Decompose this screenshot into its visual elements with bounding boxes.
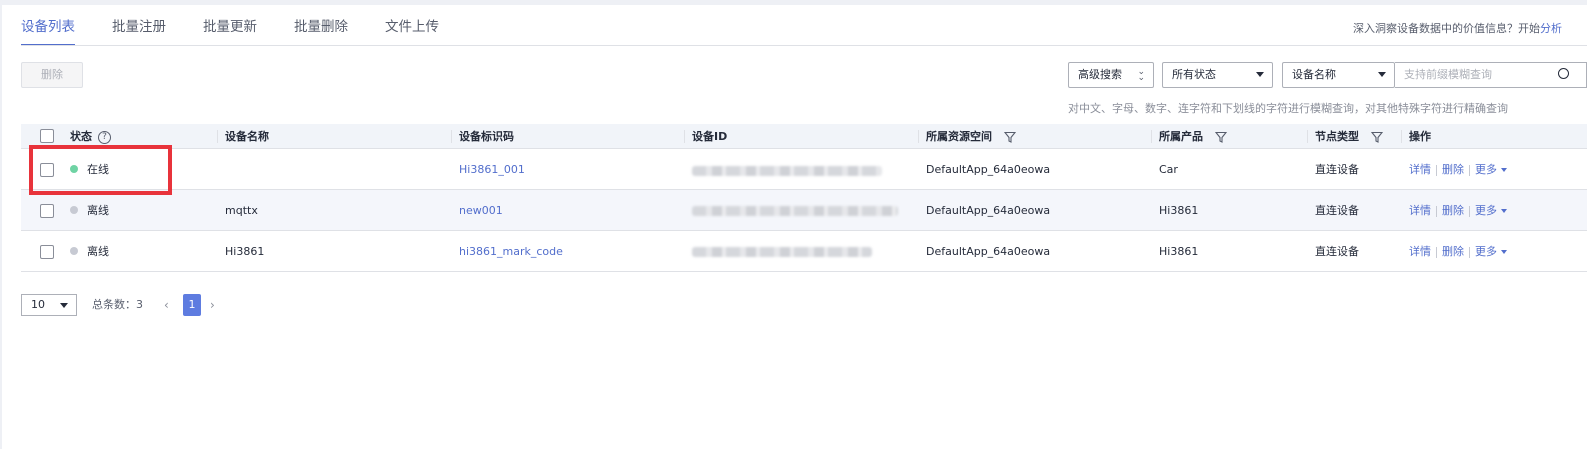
header-node-type: 节点类型: [1307, 124, 1383, 149]
total-count: 总条数：3: [92, 298, 143, 311]
tabs-divider: [21, 45, 1587, 46]
device-name: mqttx: [225, 204, 258, 217]
search-field-value: 设备名称: [1292, 68, 1336, 81]
caret-down-icon: [1256, 72, 1264, 77]
advanced-search-label: 高级搜索: [1078, 68, 1122, 81]
resource-space: DefaultApp_64a0eowa: [926, 204, 1051, 217]
device-table: 状态? 设备名称 设备标识码 设备ID 所属资源空间 所属产品 节点类型 操作 …: [21, 124, 1587, 272]
detail-link[interactable]: 详情: [1409, 204, 1431, 217]
caret-down-icon: [1378, 72, 1386, 77]
table-header: 状态? 设备名称 设备标识码 设备ID 所属资源空间 所属产品 节点类型 操作: [21, 124, 1587, 149]
offline-status-dot-icon: [70, 247, 78, 255]
header-actions-label: 操作: [1409, 130, 1431, 143]
page-size-value: 10: [31, 298, 45, 311]
header-identifier-label: 设备标识码: [459, 130, 514, 143]
status-cell: 离线: [70, 190, 109, 231]
header-product: 所属产品: [1151, 124, 1227, 149]
search-icon[interactable]: [1558, 68, 1569, 79]
filter-icon[interactable]: [1214, 131, 1227, 143]
top-strip: [0, 0, 1587, 5]
header-name: 设备名称: [217, 124, 269, 149]
help-icon[interactable]: ?: [98, 130, 111, 144]
status-text: 离线: [87, 204, 109, 217]
table-row: 离线 mqttx new001 DefaultApp_64a0eowa Hi38…: [21, 190, 1587, 231]
caret-down-icon: [1501, 168, 1507, 172]
delete-link[interactable]: 删除: [1442, 245, 1464, 258]
double-chevron-down-icon: ⌄ ⌄: [1137, 67, 1145, 83]
header-space-label: 所属资源空间: [926, 130, 992, 143]
device-name: Hi3861: [225, 245, 265, 258]
caret-down-icon: [1501, 209, 1507, 213]
header-identifier: 设备标识码: [451, 124, 514, 149]
status-filter-select[interactable]: 所有状态: [1162, 62, 1273, 88]
row-actions: 详情 删除 更多: [1409, 149, 1507, 190]
device-identifier-link[interactable]: Hi3861_001: [459, 149, 525, 190]
insight-banner: 深入洞察设备数据中的价值信息？开始分析: [1353, 20, 1562, 36]
advanced-search-button[interactable]: 高级搜索 ⌄ ⌄: [1068, 62, 1154, 88]
header-device-id-label: 设备ID: [692, 130, 728, 143]
filter-icon[interactable]: [1003, 131, 1016, 143]
header-status-label: 状态: [70, 130, 92, 143]
redacted-device-id: [692, 166, 882, 176]
more-dropdown[interactable]: 更多: [1475, 204, 1497, 217]
row-actions: 详情 删除 更多: [1409, 231, 1507, 272]
status-cell: 离线: [70, 231, 109, 272]
search-hint: 对中文、字母、数字、连字符和下划线的字符进行模糊查询，对其他特殊字符进行精确查询: [1068, 102, 1508, 115]
more-dropdown[interactable]: 更多: [1475, 245, 1497, 258]
insight-analysis-link[interactable]: 分析: [1540, 22, 1562, 35]
tab-batch-register[interactable]: 批量注册: [112, 10, 166, 46]
header-name-label: 设备名称: [225, 130, 269, 143]
redacted-device-id: [692, 206, 898, 216]
header-device-id: 设备ID: [684, 124, 728, 149]
offline-status-dot-icon: [70, 206, 78, 214]
select-all-checkbox[interactable]: [40, 129, 54, 143]
device-identifier-link[interactable]: hi3861_mark_code: [459, 231, 563, 272]
chevron-left-icon[interactable]: ‹: [164, 294, 169, 316]
header-product-label: 所属产品: [1159, 130, 1203, 143]
redacted-device-id: [692, 247, 872, 257]
caret-down-icon: [1501, 250, 1507, 254]
delete-link[interactable]: 删除: [1442, 204, 1464, 217]
detail-link[interactable]: 详情: [1409, 245, 1431, 258]
header-space: 所属资源空间: [918, 124, 1016, 149]
status-text: 离线: [87, 245, 109, 258]
product: Hi3861: [1159, 204, 1199, 217]
tab-bar: 设备列表 批量注册 批量更新 批量删除 文件上传: [21, 10, 476, 46]
table-row: 在线 Hi3861_001 DefaultApp_64a0eowa Car 直连…: [21, 149, 1587, 190]
header-node-type-label: 节点类型: [1315, 130, 1359, 143]
product: Car: [1159, 163, 1178, 176]
page-button-current[interactable]: 1: [183, 294, 201, 316]
left-border: [0, 0, 2, 449]
table-row: 离线 Hi3861 hi3861_mark_code DefaultApp_64…: [21, 231, 1587, 272]
resource-space: DefaultApp_64a0eowa: [926, 163, 1051, 176]
delete-link[interactable]: 删除: [1442, 163, 1464, 176]
delete-button[interactable]: 删除: [21, 62, 83, 88]
search-field-select[interactable]: 设备名称: [1282, 62, 1395, 88]
node-type: 直连设备: [1315, 204, 1359, 217]
node-type: 直连设备: [1315, 245, 1359, 258]
chevron-right-icon[interactable]: ›: [210, 294, 215, 316]
caret-down-icon: [60, 303, 68, 308]
insight-text: 深入洞察设备数据中的价值信息？开始: [1353, 22, 1540, 35]
row-checkbox[interactable]: [40, 245, 54, 259]
highlight-box: [29, 145, 172, 195]
more-dropdown[interactable]: 更多: [1475, 163, 1497, 176]
header-actions: 操作: [1401, 124, 1431, 149]
device-identifier-link[interactable]: new001: [459, 190, 503, 231]
tab-file-upload[interactable]: 文件上传: [385, 10, 439, 46]
product: Hi3861: [1159, 245, 1199, 258]
page-size-select[interactable]: 10: [21, 294, 77, 316]
tab-batch-update[interactable]: 批量更新: [203, 10, 257, 46]
row-checkbox[interactable]: [40, 204, 54, 218]
row-actions: 详情 删除 更多: [1409, 190, 1507, 231]
tab-batch-delete[interactable]: 批量删除: [294, 10, 348, 46]
filter-icon[interactable]: [1370, 131, 1383, 143]
status-filter-value: 所有状态: [1172, 68, 1216, 81]
tab-device-list[interactable]: 设备列表: [21, 10, 75, 46]
detail-link[interactable]: 详情: [1409, 163, 1431, 176]
node-type: 直连设备: [1315, 163, 1359, 176]
resource-space: DefaultApp_64a0eowa: [926, 245, 1051, 258]
